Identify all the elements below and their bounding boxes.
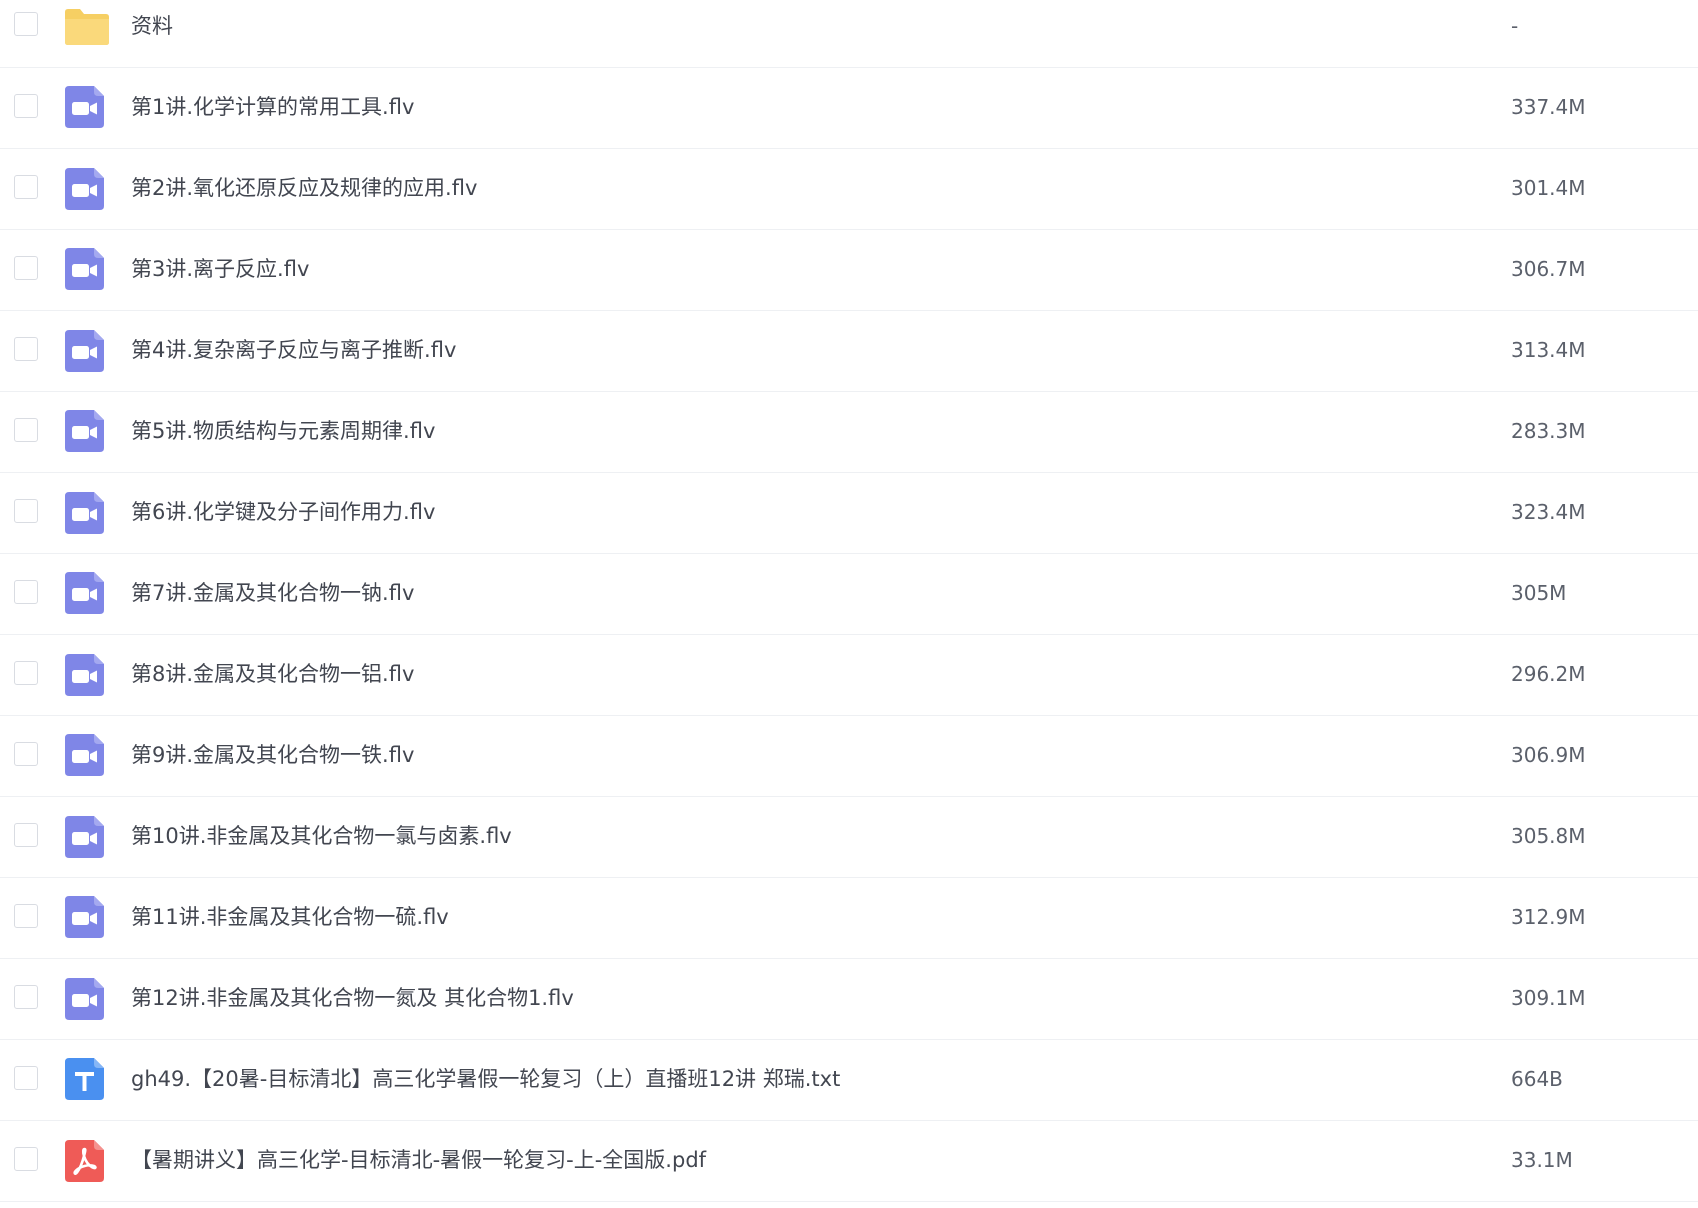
file-name[interactable]: 第5讲.物质结构与元素周期律.flv <box>131 417 435 445</box>
file-name[interactable]: 【暑期讲义】高三化学-目标清北-暑假一轮复习-上-全国版.pdf <box>131 1146 706 1174</box>
list-item[interactable]: 第6讲.化学键及分子间作用力.flv 323.4M <box>0 473 1698 554</box>
file-name[interactable]: 第2讲.氧化还原反应及规律的应用.flv <box>131 174 477 202</box>
file-size: - <box>1511 14 1519 38</box>
file-name[interactable]: 第10讲.非金属及其化合物一氯与卤素.flv <box>131 822 512 850</box>
file-name[interactable]: 第1讲.化学计算的常用工具.flv <box>131 93 414 121</box>
file-name[interactable]: 第12讲.非金属及其化合物一氮及 其化合物1.flv <box>131 984 574 1012</box>
row-checkbox[interactable] <box>14 337 38 361</box>
file-name[interactable]: 第8讲.金属及其化合物一铝.flv <box>131 660 414 688</box>
row-checkbox[interactable] <box>14 823 38 847</box>
row-checkbox[interactable] <box>14 175 38 199</box>
file-size: 33.1M <box>1511 1148 1573 1172</box>
list-item[interactable]: 第12讲.非金属及其化合物一氮及 其化合物1.flv 309.1M <box>0 959 1698 1040</box>
row-checkbox[interactable] <box>14 661 38 685</box>
row-checkbox[interactable] <box>14 580 38 604</box>
folder-icon <box>63 6 111 46</box>
video-file-icon <box>65 168 104 210</box>
file-size: 283.3M <box>1511 419 1586 443</box>
file-name[interactable]: 第7讲.金属及其化合物一钠.flv <box>131 579 414 607</box>
row-checkbox[interactable] <box>14 499 38 523</box>
pdf-file-icon <box>65 1140 104 1182</box>
file-list: 资料 - 第1讲.化学计算的常用工具.flv 337.4M 第2讲.氧化还原反应… <box>0 0 1698 1202</box>
list-item[interactable]: 【暑期讲义】高三化学-目标清北-暑假一轮复习-上-全国版.pdf 33.1M <box>0 1121 1698 1202</box>
row-checkbox[interactable] <box>14 94 38 118</box>
list-item[interactable]: 第5讲.物质结构与元素周期律.flv 283.3M <box>0 392 1698 473</box>
video-file-icon <box>65 572 104 614</box>
list-item[interactable]: 第7讲.金属及其化合物一钠.flv 305M <box>0 554 1698 635</box>
video-file-icon <box>65 330 104 372</box>
file-size: 306.9M <box>1511 743 1586 767</box>
file-name[interactable]: 第9讲.金属及其化合物一铁.flv <box>131 741 414 769</box>
list-item[interactable]: 第3讲.离子反应.flv 306.7M <box>0 230 1698 311</box>
row-checkbox[interactable] <box>14 256 38 280</box>
file-name[interactable]: 第6讲.化学键及分子间作用力.flv <box>131 498 435 526</box>
file-size: 313.4M <box>1511 338 1586 362</box>
file-name[interactable]: gh49.【20暑-目标清北】高三化学暑假一轮复习（上）直播班12讲 郑瑞.tx… <box>131 1065 840 1093</box>
row-checkbox[interactable] <box>14 1147 38 1171</box>
video-file-icon <box>65 492 104 534</box>
list-item[interactable]: 第1讲.化学计算的常用工具.flv 337.4M <box>0 68 1698 149</box>
file-size: 306.7M <box>1511 257 1586 281</box>
video-file-icon <box>65 978 104 1020</box>
file-name[interactable]: 第11讲.非金属及其化合物一硫.flv <box>131 903 449 931</box>
row-checkbox[interactable] <box>14 904 38 928</box>
list-item[interactable]: 第10讲.非金属及其化合物一氯与卤素.flv 305.8M <box>0 797 1698 878</box>
file-size: 296.2M <box>1511 662 1586 686</box>
file-name[interactable]: 第3讲.离子反应.flv <box>131 255 309 283</box>
video-file-icon <box>65 734 104 776</box>
video-file-icon <box>65 86 104 128</box>
row-checkbox[interactable] <box>14 1066 38 1090</box>
list-item[interactable]: gh49.【20暑-目标清北】高三化学暑假一轮复习（上）直播班12讲 郑瑞.tx… <box>0 1040 1698 1121</box>
list-item[interactable]: 第9讲.金属及其化合物一铁.flv 306.9M <box>0 716 1698 797</box>
video-file-icon <box>65 410 104 452</box>
row-checkbox[interactable] <box>14 418 38 442</box>
text-file-icon <box>65 1058 104 1100</box>
file-size: 305.8M <box>1511 824 1586 848</box>
row-checkbox[interactable] <box>14 12 38 36</box>
row-checkbox[interactable] <box>14 985 38 1009</box>
file-size: 312.9M <box>1511 905 1586 929</box>
file-size: 664B <box>1511 1067 1563 1091</box>
video-file-icon <box>65 248 104 290</box>
video-file-icon <box>65 654 104 696</box>
file-size: 337.4M <box>1511 95 1586 119</box>
list-item[interactable]: 第4讲.复杂离子反应与离子推断.flv 313.4M <box>0 311 1698 392</box>
file-name[interactable]: 资料 <box>131 12 173 40</box>
file-size: 305M <box>1511 581 1567 605</box>
list-item[interactable]: 第2讲.氧化还原反应及规律的应用.flv 301.4M <box>0 149 1698 230</box>
list-item[interactable]: 第8讲.金属及其化合物一铝.flv 296.2M <box>0 635 1698 716</box>
video-file-icon <box>65 816 104 858</box>
file-size: 301.4M <box>1511 176 1586 200</box>
row-checkbox[interactable] <box>14 742 38 766</box>
file-size: 309.1M <box>1511 986 1586 1010</box>
file-size: 323.4M <box>1511 500 1586 524</box>
list-item[interactable]: 资料 - <box>0 0 1698 68</box>
list-item[interactable]: 第11讲.非金属及其化合物一硫.flv 312.9M <box>0 878 1698 959</box>
file-name[interactable]: 第4讲.复杂离子反应与离子推断.flv <box>131 336 456 364</box>
video-file-icon <box>65 896 104 938</box>
